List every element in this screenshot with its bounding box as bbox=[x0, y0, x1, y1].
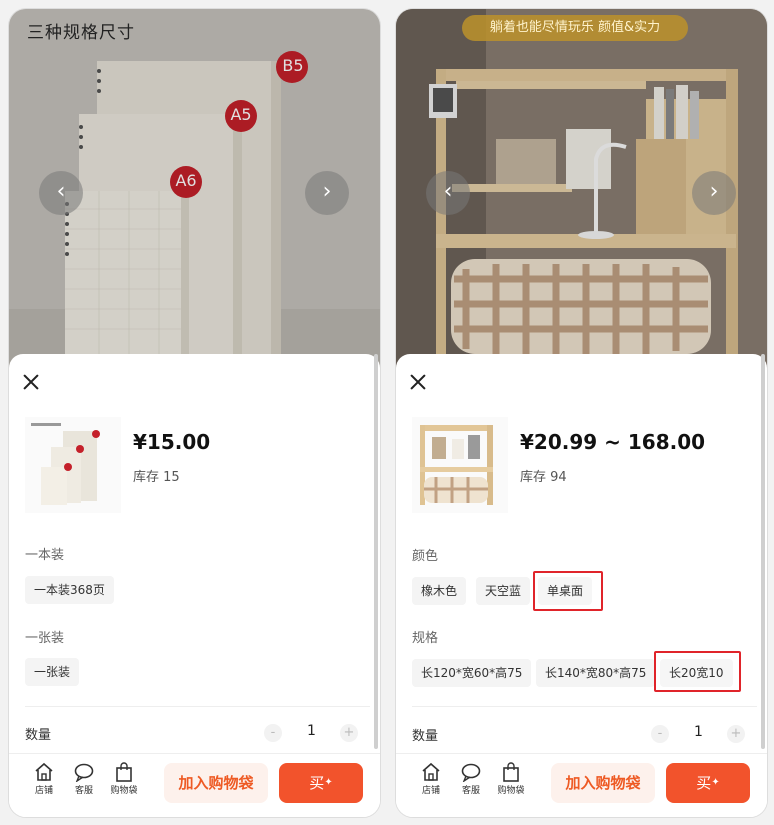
option-group-title: 一本装 bbox=[25, 548, 65, 563]
color-option-oak[interactable]: 橡木色 bbox=[412, 577, 467, 605]
bottom-action-bar: 店铺 客服 购物袋 加入购物袋 买✦ bbox=[396, 753, 767, 817]
option-chip[interactable]: 一张装 bbox=[25, 658, 80, 686]
price: ¥20.99 ~ 168.00 bbox=[520, 430, 706, 454]
sparkle-icon: ✦ bbox=[324, 777, 333, 788]
chat-icon bbox=[461, 763, 481, 782]
product-sheet-desk: 躺着也能尽情玩乐 颜值&实力 ‹ › ¥20.99 ~ 168.00 库存 94… bbox=[395, 8, 768, 818]
store-button[interactable]: 店铺 bbox=[415, 762, 447, 796]
size-option-120[interactable]: 长120*宽60*高75 bbox=[412, 659, 532, 687]
quantity-minus-button[interactable]: - bbox=[264, 724, 282, 742]
sku-panel: ¥15.00 库存 15 一本装 一本装368页 一张装 一张装 数量 - 1 … bbox=[9, 354, 380, 817]
sparkle-icon: ✦ bbox=[711, 777, 720, 788]
shopping-bag-icon bbox=[116, 762, 132, 782]
selected-highlight bbox=[654, 651, 741, 692]
selected-highlight bbox=[533, 571, 603, 611]
product-thumbnail bbox=[412, 417, 508, 513]
product-sheet-notebook: B5 A5 A6 三种规格尺寸 ‹ › ¥15.00 库存 15 一本装 一本装… bbox=[8, 8, 381, 818]
store-icon bbox=[35, 762, 53, 781]
bag-button[interactable]: 购物袋 bbox=[108, 762, 140, 796]
sku-panel: ¥20.99 ~ 168.00 库存 94 颜色 橡木色 天空蓝 单桌面 规格 … bbox=[396, 354, 767, 817]
stock-count: 库存 94 bbox=[520, 470, 567, 485]
color-option-sky-blue[interactable]: 天空蓝 bbox=[476, 577, 531, 605]
close-icon[interactable] bbox=[23, 374, 39, 390]
chat-icon bbox=[74, 763, 94, 782]
buy-label: 买 bbox=[696, 774, 712, 792]
service-button[interactable]: 客服 bbox=[68, 762, 100, 796]
add-to-cart-button[interactable]: 加入购物袋 bbox=[164, 763, 268, 803]
scrollbar[interactable] bbox=[761, 354, 765, 749]
quantity-label: 数量 bbox=[412, 729, 439, 744]
option-chip[interactable]: 一本装368页 bbox=[25, 576, 114, 604]
bag-label: 购物袋 bbox=[110, 786, 138, 796]
buy-label: 买 bbox=[309, 774, 325, 792]
quantity-plus-button[interactable]: + bbox=[340, 724, 358, 742]
product-image-carousel[interactable]: B5 A5 A6 三种规格尺寸 ‹ › bbox=[9, 9, 380, 369]
promo-banner: 躺着也能尽情玩乐 颜值&实力 bbox=[462, 15, 688, 41]
product-image-carousel[interactable]: 躺着也能尽情玩乐 颜值&实力 ‹ › bbox=[396, 9, 767, 369]
product-thumbnail bbox=[25, 417, 121, 513]
service-label: 客服 bbox=[461, 786, 480, 796]
quantity-plus-button[interactable]: + bbox=[727, 725, 745, 743]
store-label: 店铺 bbox=[34, 786, 53, 796]
carousel-prev-button[interactable]: ‹ bbox=[39, 171, 83, 215]
carousel-next-button[interactable]: › bbox=[305, 171, 349, 215]
option-group-title: 颜色 bbox=[412, 549, 439, 564]
hero-title: 三种规格尺寸 bbox=[27, 23, 135, 43]
bottom-action-bar: 店铺 客服 购物袋 加入购物袋 买✦ bbox=[9, 753, 380, 817]
buy-button[interactable]: 买✦ bbox=[279, 763, 363, 803]
carousel-prev-button[interactable]: ‹ bbox=[426, 171, 470, 215]
divider bbox=[412, 706, 757, 707]
quantity-value[interactable]: 1 bbox=[307, 723, 316, 739]
buy-button[interactable]: 买✦ bbox=[666, 763, 750, 803]
stock-count: 库存 15 bbox=[133, 470, 180, 485]
option-group-title: 规格 bbox=[412, 631, 439, 646]
size-option-140[interactable]: 长140*宽80*高75 bbox=[536, 659, 656, 687]
store-button[interactable]: 店铺 bbox=[28, 762, 60, 796]
quantity-minus-button[interactable]: - bbox=[651, 725, 669, 743]
store-icon bbox=[422, 762, 440, 781]
scrollbar[interactable] bbox=[374, 354, 378, 749]
close-icon[interactable] bbox=[410, 374, 426, 390]
carousel-next-button[interactable]: › bbox=[692, 171, 736, 215]
service-button[interactable]: 客服 bbox=[455, 762, 487, 796]
add-to-cart-button[interactable]: 加入购物袋 bbox=[551, 763, 655, 803]
divider bbox=[25, 706, 370, 707]
price: ¥15.00 bbox=[133, 430, 211, 454]
bag-label: 购物袋 bbox=[497, 786, 525, 796]
bag-button[interactable]: 购物袋 bbox=[495, 762, 527, 796]
quantity-value[interactable]: 1 bbox=[694, 724, 703, 740]
quantity-label: 数量 bbox=[25, 728, 52, 743]
shopping-bag-icon bbox=[503, 762, 519, 782]
service-label: 客服 bbox=[74, 786, 93, 796]
option-group-title: 一张装 bbox=[25, 631, 65, 646]
store-label: 店铺 bbox=[421, 786, 440, 796]
